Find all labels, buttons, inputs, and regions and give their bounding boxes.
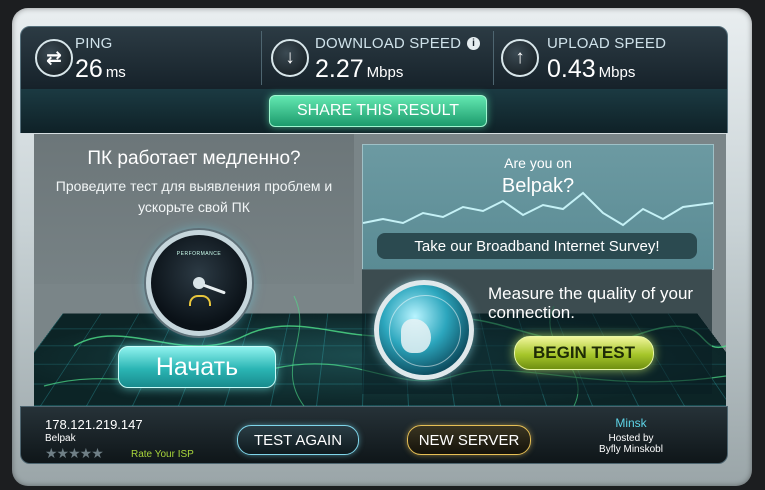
results-bar: ⇄ PING 26 ms ↓ DOWNLOAD SPEED i 2.27 Mbps ↑…	[20, 26, 728, 90]
server-host: Byfly Minskobl	[599, 444, 663, 455]
hosted-by-label: Hosted by	[608, 433, 654, 444]
ping-value: 26 ms	[75, 55, 126, 84]
upload-number: 0.43	[547, 55, 596, 83]
gauge-arc	[189, 295, 211, 306]
swap-arrows-icon: ⇄	[35, 39, 73, 77]
ping-unit: ms	[105, 64, 126, 81]
ip-address: 178.121.219.147	[45, 417, 143, 432]
download-label: DOWNLOAD SPEED i	[315, 35, 481, 52]
ping-stat: ⇄ PING 26 ms	[21, 27, 261, 89]
pc-ad-heading: ПК работает медленно?	[87, 148, 301, 169]
info-icon[interactable]: i	[467, 37, 481, 50]
gauge-hub	[193, 277, 205, 289]
upload-unit: Mbps	[598, 64, 636, 81]
start-button[interactable]: Начать	[118, 346, 276, 388]
download-label-text: DOWNLOAD SPEED	[315, 35, 462, 52]
ip-info: 178.121.219.147 Belpak ★★★★★ Rate Your I…	[41, 413, 201, 462]
share-result-button[interactable]: SHARE THIS RESULT	[269, 95, 487, 127]
survey-sparkline	[363, 191, 713, 227]
upload-stat: ↑ UPLOAD SPEED 0.43 Mbps	[493, 27, 727, 89]
rating-stars[interactable]: ★★★★★	[45, 445, 104, 462]
server-city: Minsk	[615, 416, 647, 430]
gauge-title: PERFORMANCE	[176, 251, 222, 257]
server-info: Minsk Hosted by Byfly Minskobl	[561, 413, 701, 459]
survey-question-line1: Are you on	[504, 155, 572, 171]
performance-gauge-icon: PERFORMANCE	[146, 230, 252, 336]
ping-number: 26	[75, 55, 103, 83]
measure-text: Measure the quality of your connection.	[488, 284, 694, 322]
globe-icon	[374, 280, 474, 380]
download-stat: ↓ DOWNLOAD SPEED i 2.27 Mbps	[261, 27, 493, 89]
upload-label: UPLOAD SPEED	[547, 35, 667, 52]
main-stage: ПК работает медленно? Проведите тест для…	[34, 134, 726, 406]
share-bar: SHARE THIS RESULT	[20, 89, 728, 133]
arrow-down-icon: ↓	[271, 39, 309, 77]
globe-land	[401, 319, 431, 353]
survey-link-button[interactable]: Take our Broadband Internet Survey!	[377, 233, 697, 259]
isp-name: Belpak	[45, 433, 76, 444]
new-server-button[interactable]: NEW SERVER	[407, 425, 531, 455]
arrow-up-icon: ↑	[501, 39, 539, 77]
begin-test-button[interactable]: BEGIN TEST	[514, 336, 654, 370]
isp-survey-ad[interactable]: Are you on Belpak? Take our Broadband In…	[362, 144, 714, 270]
ping-label: PING	[75, 35, 113, 52]
download-unit: Mbps	[366, 64, 404, 81]
bottom-bar: 178.121.219.147 Belpak ★★★★★ Rate Your I…	[20, 406, 728, 464]
test-again-button[interactable]: TEST AGAIN	[237, 425, 359, 455]
rate-isp-label[interactable]: Rate Your ISP	[131, 449, 194, 460]
upload-value: 0.43 Mbps	[547, 55, 635, 84]
download-number: 2.27	[315, 55, 364, 83]
download-value: 2.27 Mbps	[315, 55, 403, 84]
pc-ad-subtext: Проведите тест для выявления проблем и у…	[55, 178, 333, 215]
